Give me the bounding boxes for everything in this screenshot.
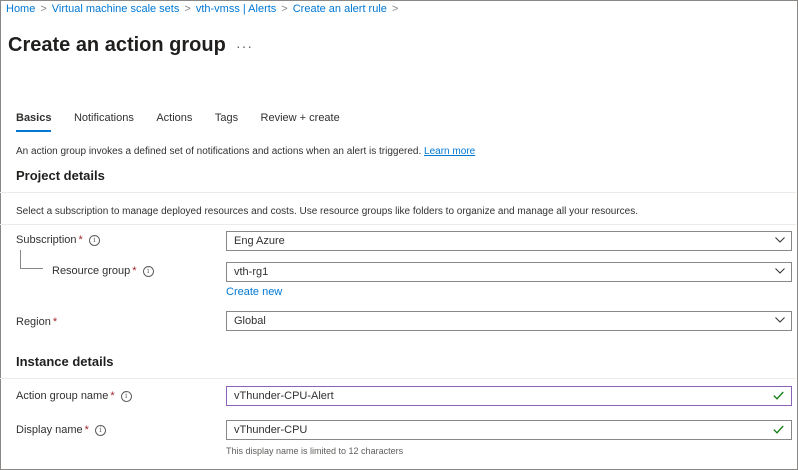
info-icon[interactable]: i [120,391,132,402]
breadcrumb-separator: > [391,3,399,15]
display-name-value: vThunder-CPU [234,424,308,436]
tab-review-create[interactable]: Review + create [261,112,340,130]
subscription-value: Eng Azure [234,235,285,247]
breadcrumb-separator: > [281,3,288,15]
action-group-name-label-text: Action group name [16,390,109,402]
description-text: An action group invokes a defined set of… [16,146,422,157]
required-marker: * [78,234,83,246]
divider [0,192,796,193]
display-name-label: Display name * i [16,424,106,436]
resource-group-dropdown[interactable]: vth-rg1 [226,262,792,282]
breadcrumb-vmss[interactable]: Virtual machine scale sets [52,3,180,15]
display-name-hint: This display name is limited to 12 chara… [226,446,404,456]
breadcrumb: Home > Virtual machine scale sets > vth-vmss… [6,3,403,15]
checkmark-icon [773,391,784,400]
tab-bar: Basics Notifications Actions Tags Review… [16,108,358,132]
action-group-name-label: Action group name * i [16,390,132,402]
resource-group-label-text: Resource group [52,265,131,277]
breadcrumb-vth-vmss-alerts[interactable]: vth-vmss | Alerts [196,3,276,15]
resource-group-label: Resource group * i [52,265,154,277]
tab-tags[interactable]: Tags [215,112,238,130]
chevron-down-icon [775,268,785,274]
info-icon[interactable]: i [94,425,106,436]
required-marker: * [132,265,137,277]
breadcrumb-separator: > [40,3,47,15]
chevron-down-icon [775,237,785,243]
resource-group-value: vth-rg1 [234,266,269,278]
region-label: Region * [16,316,57,328]
info-icon[interactable]: i [142,266,154,277]
breadcrumb-create-alert-rule[interactable]: Create an alert rule [293,3,387,15]
more-options-icon[interactable]: ··· [236,38,253,54]
instance-details-heading: Instance details [16,354,114,369]
breadcrumb-home[interactable]: Home [6,3,35,15]
region-label-text: Region [16,316,51,328]
tab-notifications[interactable]: Notifications [74,112,134,130]
page-title: Create an action group [8,34,226,56]
display-name-input[interactable]: vThunder-CPU [226,420,792,440]
region-dropdown[interactable]: Global [226,311,792,331]
checkmark-icon [773,425,784,434]
divider [0,378,796,379]
subscription-label: Subscription * i [16,234,100,246]
divider [0,224,796,225]
subscription-dropdown[interactable]: Eng Azure [226,231,792,251]
display-name-label-text: Display name [16,424,83,436]
breadcrumb-separator: > [184,3,191,15]
action-group-name-value: vThunder-CPU-Alert [234,390,334,402]
tab-actions[interactable]: Actions [156,112,192,130]
required-marker: * [84,424,89,436]
subscription-label-text: Subscription [16,234,77,246]
chevron-down-icon [775,317,785,323]
project-details-heading: Project details [16,168,105,183]
info-icon[interactable]: i [88,235,100,246]
learn-more-link[interactable]: Learn more [424,146,475,157]
tree-connector [20,250,43,269]
required-marker: * [52,316,58,328]
description: An action group invokes a defined set of… [16,146,475,157]
required-marker: * [110,390,115,402]
action-group-name-input[interactable]: vThunder-CPU-Alert [226,386,792,406]
project-details-info: Select a subscription to manage deployed… [16,206,639,217]
tab-basics[interactable]: Basics [16,112,52,132]
region-value: Global [234,315,266,327]
create-new-link[interactable]: Create new [226,286,282,298]
